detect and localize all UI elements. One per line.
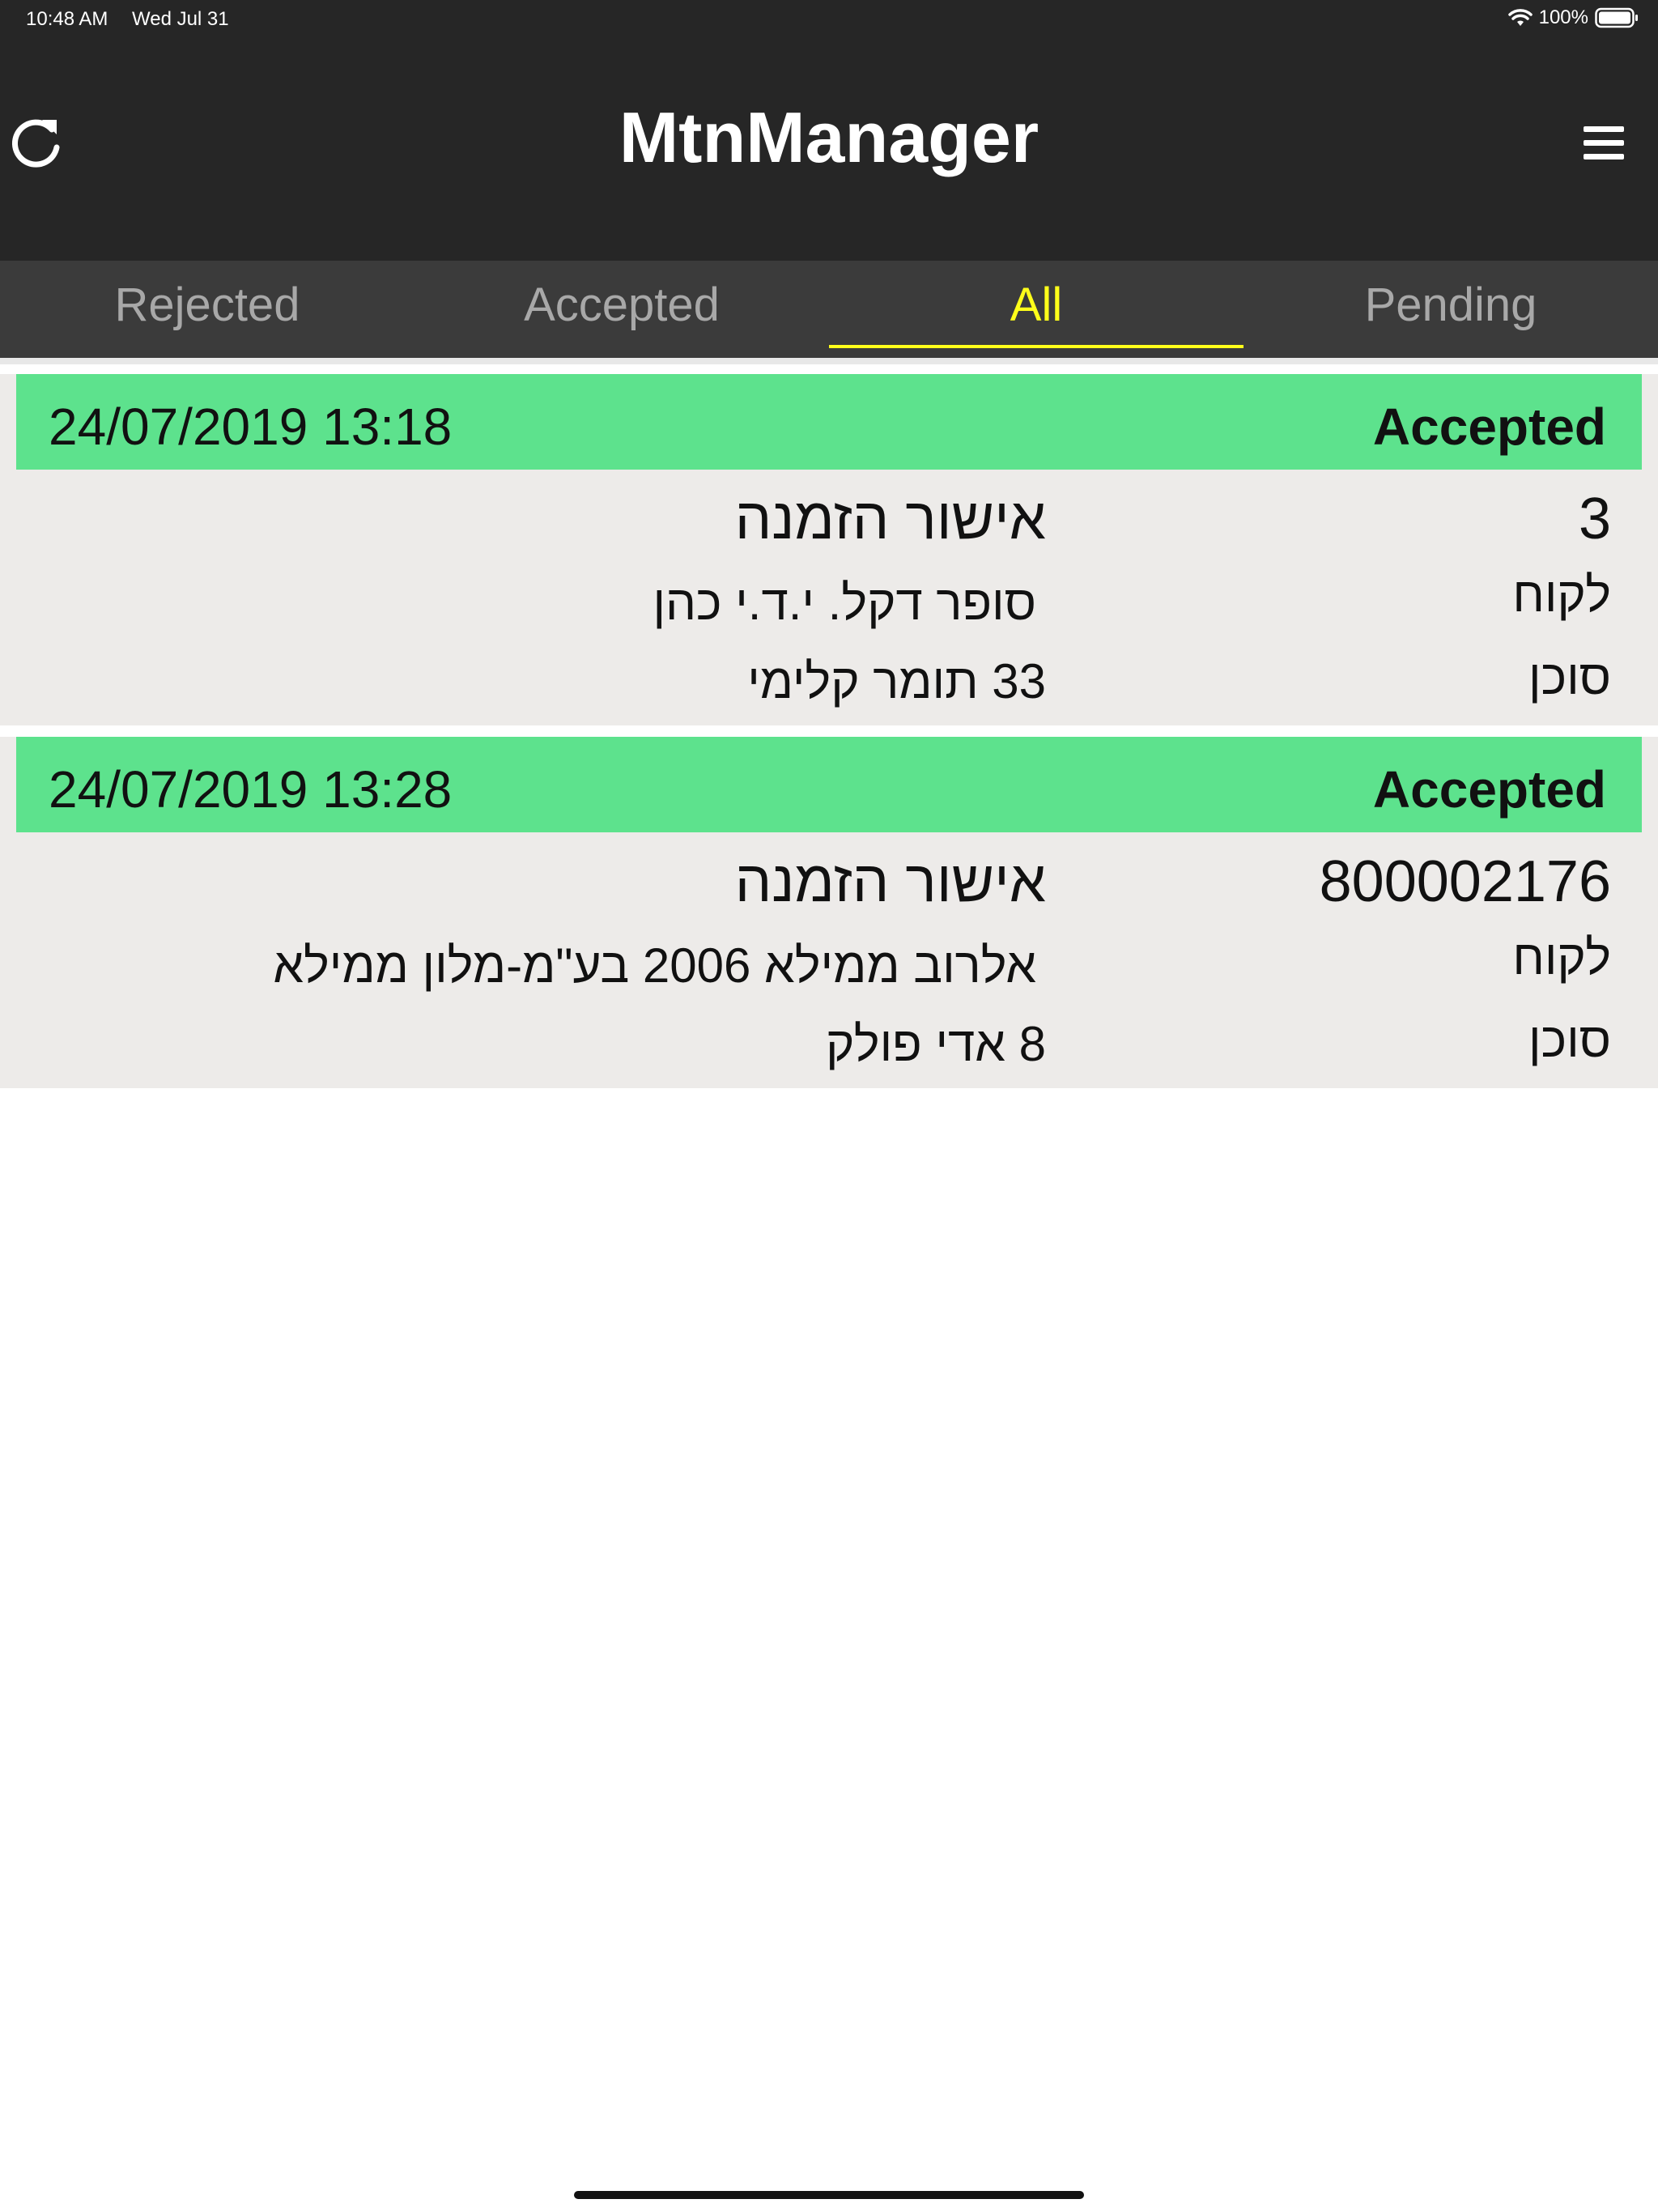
- tab-label: All: [1010, 279, 1063, 331]
- customer-label: לקוח: [1512, 930, 1611, 985]
- tab-rejected[interactable]: Rejected: [0, 261, 414, 358]
- tab-label: Rejected: [114, 279, 300, 331]
- card-header: 24/07/2019 13:18 Accepted: [16, 374, 1642, 470]
- status-bar: 10:48 AM Wed Jul 31 100%: [0, 0, 1658, 39]
- battery-icon: [1595, 7, 1639, 28]
- status-time: 10:48 AM: [26, 8, 108, 30]
- active-tab-indicator: [829, 345, 1244, 348]
- app-header: 10:48 AM Wed Jul 31 100% MtnManager: [0, 0, 1658, 261]
- agent-label: סוכן: [1528, 1013, 1611, 1067]
- document-type: אישור הזמנה: [734, 487, 1046, 551]
- customer-label: לקוח: [1512, 568, 1611, 622]
- status-date: Wed Jul 31: [132, 8, 229, 30]
- customer-name: סופר דקל. י.ד.י כהן: [653, 576, 1036, 630]
- document-card[interactable]: 24/07/2019 13:18 Accepted אישור הזמנה 3 …: [0, 374, 1658, 725]
- document-number: 800002176: [1319, 849, 1611, 914]
- home-indicator[interactable]: [574, 2191, 1084, 2199]
- battery-percent: 100%: [1538, 6, 1588, 28]
- tabs-divider: [0, 358, 1658, 364]
- hamburger-menu-icon: [1582, 126, 1627, 167]
- card-date: 24/07/2019 13:18: [49, 398, 453, 456]
- agent-label: סוכן: [1528, 650, 1611, 704]
- card-header: 24/07/2019 13:28 Accepted: [16, 737, 1642, 832]
- menu-button[interactable]: [1582, 123, 1627, 164]
- wifi-icon: [1507, 8, 1533, 28]
- tab-label: Pending: [1364, 279, 1537, 331]
- agent-name: 33 תומר קלימי: [747, 654, 1046, 708]
- agent-name: 8 אדי פולק: [826, 1017, 1046, 1071]
- document-number: 3: [1578, 487, 1611, 551]
- tab-accepted[interactable]: Accepted: [414, 261, 829, 358]
- status-badge: Accepted: [1372, 398, 1606, 456]
- filter-tabs: Rejected Accepted All Pending: [0, 261, 1658, 358]
- customer-name: אלרוב ממילא 2006 בע"מ-מלון ממילא: [273, 938, 1036, 993]
- tab-all[interactable]: All: [829, 261, 1244, 358]
- app-title: MtnManager: [619, 97, 1039, 177]
- tab-label: Accepted: [524, 279, 720, 331]
- app-screen: 10:48 AM Wed Jul 31 100% MtnManager Reje…: [0, 0, 1658, 2212]
- status-badge: Accepted: [1372, 760, 1606, 819]
- card-date: 24/07/2019 13:28: [49, 760, 453, 819]
- document-type: אישור הזמנה: [734, 849, 1046, 914]
- document-card[interactable]: 24/07/2019 13:28 Accepted אישור הזמנה 80…: [0, 737, 1658, 1088]
- status-indicators: 100%: [1507, 6, 1639, 29]
- tab-pending[interactable]: Pending: [1244, 261, 1658, 358]
